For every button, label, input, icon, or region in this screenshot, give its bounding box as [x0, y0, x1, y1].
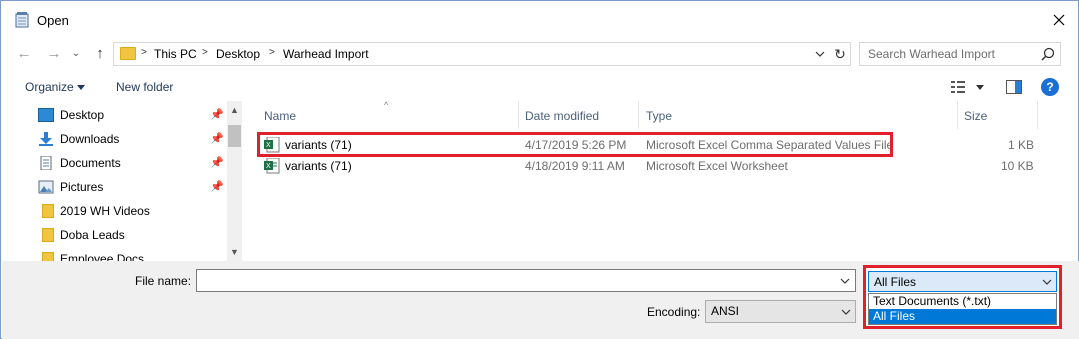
folder-icon [42, 252, 54, 261]
pin-icon[interactable]: 📌 [210, 108, 224, 122]
file-type-dropdown-list: Text Documents (*.txt) All Files [868, 293, 1057, 325]
scroll-down-icon[interactable]: ▼ [227, 245, 242, 259]
help-icon[interactable]: ? [1041, 78, 1059, 96]
file-name-input[interactable] [196, 269, 856, 292]
new-folder-button[interactable]: New folder [116, 80, 173, 94]
excel-icon: X [264, 158, 280, 174]
sidebar-scrollbar[interactable]: ▲ ▼ [227, 101, 242, 261]
recent-locations-button[interactable]: ⌄ [65, 41, 87, 65]
file-size: 10 KB [1001, 159, 1034, 173]
refresh-button[interactable]: ↻ [830, 43, 850, 65]
column-separator[interactable] [1037, 101, 1038, 129]
breadcrumb-desktop[interactable]: Desktop [216, 47, 260, 61]
sidebar-item-label: 2019 WH Videos [60, 204, 150, 218]
documents-icon [40, 156, 52, 170]
file-type-value: All Files [874, 275, 917, 289]
chevron-down-icon [840, 278, 850, 284]
sidebar-item-downloads[interactable]: Downloads 📌 [2, 127, 228, 151]
file-type: Microsoft Excel Worksheet [646, 159, 788, 173]
forward-arrow-icon: → [46, 44, 62, 62]
sidebar-item-label: Downloads [60, 132, 120, 146]
breadcrumb-separator-icon: > [269, 47, 275, 58]
file-type-option-text-documents[interactable]: Text Documents (*.txt) [869, 294, 1056, 309]
desktop-icon [38, 108, 54, 122]
column-separator[interactable] [518, 101, 519, 129]
pin-icon[interactable]: 📌 [210, 132, 224, 146]
title-bar: Open [1, 1, 1078, 39]
column-separator[interactable] [957, 101, 958, 129]
svg-text:X: X [266, 163, 271, 170]
column-header-size[interactable]: Size [964, 109, 987, 137]
sidebar-item-label: Doba Leads [60, 228, 125, 242]
chevron-down-icon [815, 51, 825, 57]
back-arrow-icon: ← [16, 44, 32, 62]
organize-button[interactable]: Organize [25, 80, 74, 94]
sort-ascending-icon: ^ [384, 100, 389, 110]
preview-pane-icon[interactable] [1006, 80, 1022, 94]
scrollbar-thumb[interactable] [228, 125, 241, 147]
refresh-icon: ↻ [834, 45, 846, 62]
file-type-dropdown-button[interactable] [1037, 272, 1057, 291]
sidebar-item-desktop[interactable]: Desktop 📌 [2, 103, 228, 127]
sidebar-item-label: Documents [60, 156, 121, 170]
address-dropdown-button[interactable] [810, 43, 830, 65]
pin-icon[interactable]: 📌 [210, 156, 224, 170]
window-title: Open [37, 13, 69, 28]
organize-caret-icon [77, 85, 85, 90]
file-name: variants (71) [285, 159, 352, 173]
chevron-down-icon [1042, 279, 1052, 285]
sidebar-item-label: Desktop [60, 108, 105, 122]
view-caret-icon[interactable] [976, 85, 984, 90]
view-options-icon[interactable] [950, 80, 966, 94]
file-date: 4/18/2019 9:11 AM [525, 159, 625, 173]
downloads-icon [39, 132, 53, 146]
address-bar[interactable]: > This PC > Desktop > Warhead Import ↻ [113, 42, 851, 66]
column-separator[interactable] [638, 101, 639, 129]
sidebar-item-documents[interactable]: Documents 📌 [2, 151, 228, 175]
navigation-pane: Desktop 📌 Downloads 📌 Documents 📌 Pictur… [2, 101, 242, 261]
folder-icon [120, 47, 136, 60]
sidebar-item-pictures[interactable]: Pictures 📌 [2, 175, 228, 199]
file-name-dropdown-button[interactable] [835, 270, 855, 291]
sidebar-item-doba-leads[interactable]: Doba Leads [2, 223, 228, 247]
breadcrumb-separator-icon: > [202, 47, 208, 58]
sidebar-item-label: Employee Docs [60, 252, 145, 261]
chevron-down-icon: ⌄ [71, 47, 81, 59]
open-dialog: Open ← → ⌄ ↑ > This PC > Desktop > Warhe… [0, 0, 1079, 339]
encoding-value: ANSI [711, 304, 740, 318]
folder-icon [42, 204, 54, 218]
file-size: 1 KB [1008, 138, 1035, 152]
file-type-option-all-files[interactable]: All Files [869, 309, 1056, 324]
encoding-label: Encoding: [647, 305, 701, 319]
breadcrumb-this-pc[interactable]: This PC [154, 47, 197, 61]
search-icon [1041, 47, 1055, 61]
notepad-icon [15, 12, 29, 28]
scroll-up-icon[interactable]: ▲ [227, 103, 242, 117]
sidebar-item-employee-docs[interactable]: Employee Docs [2, 247, 228, 261]
close-button[interactable] [1041, 5, 1077, 35]
up-button[interactable]: ↑ [89, 41, 111, 65]
file-name-label: File name: [135, 274, 192, 288]
pin-icon[interactable]: 📌 [210, 180, 224, 194]
up-arrow-icon: ↑ [96, 44, 104, 62]
annotation-highlight-box [257, 132, 893, 157]
search-box[interactable]: Search Warhead Import [859, 42, 1061, 66]
breadcrumb-separator-icon: > [141, 47, 147, 58]
file-row[interactable]: X variants (71) 4/18/2019 9:11 AM Micros… [258, 155, 1038, 177]
back-button[interactable]: ← [13, 41, 35, 65]
encoding-select[interactable]: ANSI [705, 300, 856, 323]
chevron-down-icon [841, 309, 851, 315]
file-type-select[interactable]: All Files [868, 271, 1057, 292]
search-placeholder: Search Warhead Import [868, 47, 995, 61]
breadcrumb-warhead-import[interactable]: Warhead Import [283, 47, 369, 61]
file-type-filter-highlight: All Files Text Documents (*.txt) All Fil… [863, 265, 1062, 329]
sidebar-item-label: Pictures [60, 180, 104, 194]
pictures-icon [38, 180, 54, 194]
sidebar-item-2019-wh-videos[interactable]: 2019 WH Videos [2, 199, 228, 223]
folder-icon [42, 228, 54, 242]
forward-button[interactable]: → [43, 41, 65, 65]
encoding-dropdown-button[interactable] [836, 301, 856, 322]
close-icon [1053, 14, 1065, 26]
